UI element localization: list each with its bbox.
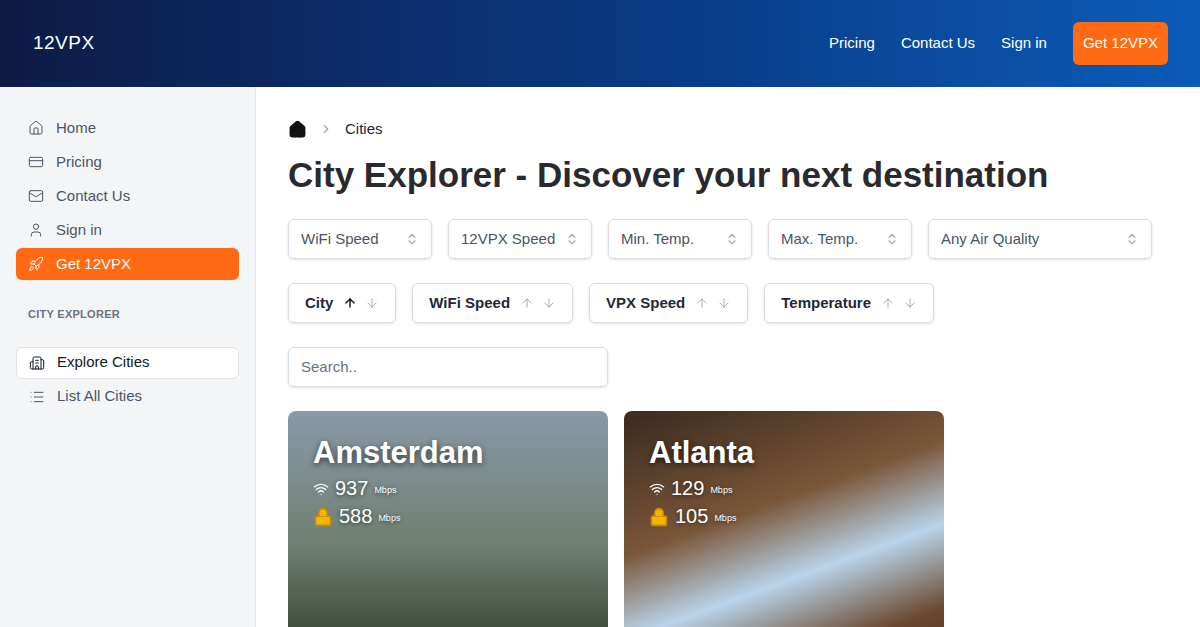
sidebar-item[interactable]: Explore Cities (16, 347, 239, 379)
filters: WiFi Speed 12VPX Speed Min. Temp. Max. Temp… (288, 219, 1200, 259)
city-card[interactable]: Amsterdam937Mbps588Mbps (288, 411, 608, 627)
nav-link[interactable]: Pricing (829, 32, 875, 55)
sort-up-icon[interactable] (343, 296, 357, 310)
sort-up-icon[interactable] (520, 296, 534, 310)
sidebar-item[interactable]: Sign in (16, 214, 239, 246)
filter-select[interactable]: Max. Temp. (768, 219, 912, 259)
chevrons-icon (885, 232, 899, 246)
nav-link[interactable]: Contact Us (901, 32, 975, 55)
city-name: Atlanta (649, 433, 919, 473)
unit: Mbps (374, 484, 396, 498)
sort-button[interactable]: WiFi Speed (412, 283, 573, 323)
page-title: City Explorer - Discover your next desti… (288, 153, 1200, 197)
lock-icon (649, 507, 669, 527)
sidebar-item[interactable]: Home (16, 112, 239, 144)
city-card[interactable]: Atlanta129Mbps105Mbps (624, 411, 944, 627)
sidebar-item[interactable]: List All Cities (16, 381, 239, 413)
breadcrumb: Cities (288, 118, 1200, 140)
wifi-icon (313, 481, 329, 497)
search-input[interactable] (288, 347, 608, 387)
cta-button[interactable]: Get 12VPX (1073, 22, 1168, 65)
section-title: CITY EXPLORER (16, 306, 239, 323)
sidebar-item-icon (28, 188, 44, 204)
filter-select[interactable]: Any Air Quality (928, 219, 1152, 259)
wifi-speed: 129 (671, 475, 704, 501)
nav-link[interactable]: Sign in (1001, 32, 1047, 55)
city-name: Amsterdam (313, 433, 583, 473)
sidebar-item-icon (28, 256, 44, 272)
sort-up-icon[interactable] (881, 296, 895, 310)
city-grid: Amsterdam937Mbps588MbpsAtlanta129Mbps105… (288, 411, 1200, 627)
sort-down-icon[interactable] (717, 296, 731, 310)
unit: Mbps (710, 484, 732, 498)
sort-down-icon[interactable] (365, 296, 379, 310)
chevron-icon (319, 122, 333, 136)
sort-button[interactable]: VPX Speed (589, 283, 748, 323)
sidebar-item-icon (28, 154, 44, 170)
top-bar: 12VPX Pricing Contact Us Sign in Get 12VPX (0, 0, 1200, 87)
main: Cities City Explorer - Discover your next… (256, 87, 1200, 627)
filter-select[interactable]: 12VPX Speed (448, 219, 592, 259)
unit: Mbps (714, 512, 736, 526)
sidebar-item[interactable]: Get 12VPX (16, 248, 239, 280)
filter-select[interactable]: WiFi Speed (288, 219, 432, 259)
sidebar-item-icon (29, 355, 45, 371)
app: 12VPXPricingContact UsSign inGet 12VPXHo… (0, 0, 1200, 627)
home-icon[interactable] (288, 120, 307, 139)
sidebar-item-icon (28, 222, 44, 238)
sort-up-icon[interactable] (695, 296, 709, 310)
sidebar-item-icon (29, 389, 45, 405)
sort-down-icon[interactable] (903, 296, 917, 310)
sidebar-item[interactable]: Contact Us (16, 180, 239, 212)
chevrons-icon (405, 232, 419, 246)
unit: Mbps (378, 512, 400, 526)
sort-down-icon[interactable] (542, 296, 556, 310)
body: HomePricingContact UsSign inGet 12VPX CIT… (0, 87, 1200, 627)
wifi-speed: 937 (335, 475, 368, 501)
logo[interactable]: 12VPX (33, 29, 95, 58)
sorts: City WiFi Speed VPX Speed Temperature (288, 283, 1200, 323)
sidebar-item[interactable]: Pricing (16, 146, 239, 178)
chevrons-icon (565, 232, 579, 246)
sidebar-item-icon (28, 120, 44, 136)
chevrons-icon (725, 232, 739, 246)
vpx-speed: 105 (675, 503, 708, 529)
sort-button[interactable]: Temperature (764, 283, 934, 323)
sidebar: HomePricingContact UsSign inGet 12VPX CIT… (0, 87, 256, 627)
chevrons-icon (1125, 232, 1139, 246)
top-nav: Pricing Contact Us Sign in Get 12VPX (829, 22, 1168, 65)
lock-icon (313, 507, 333, 527)
wifi-icon (649, 481, 665, 497)
filter-select[interactable]: Min. Temp. (608, 219, 752, 259)
vpx-speed: 588 (339, 503, 372, 529)
breadcrumb-current: Cities (345, 118, 383, 141)
sort-button[interactable]: City (288, 283, 396, 323)
